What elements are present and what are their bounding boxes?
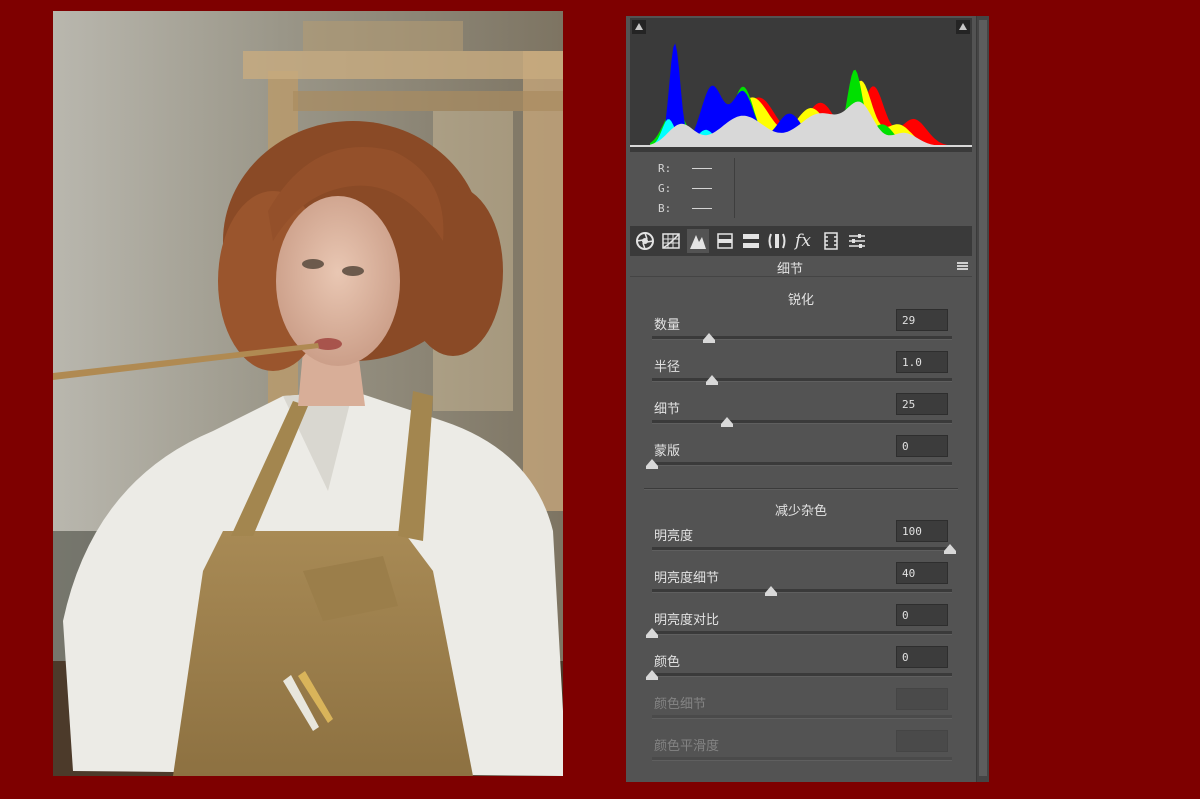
panel-menu-icon[interactable] bbox=[957, 262, 968, 270]
tab-effects[interactable]: fx bbox=[792, 229, 814, 253]
portrait-photo bbox=[53, 11, 563, 776]
slider-track[interactable] bbox=[652, 673, 952, 677]
slider-thumb[interactable] bbox=[720, 417, 733, 427]
panel-title: 细节 bbox=[776, 262, 803, 277]
lens-corrections-icon bbox=[768, 233, 786, 249]
slider-value-field[interactable]: 0 bbox=[896, 435, 948, 457]
rgb-readout: R: G: B: bbox=[630, 154, 972, 224]
camera-calibration-icon bbox=[824, 232, 838, 250]
slider-track[interactable] bbox=[652, 336, 952, 340]
panel-header: 细节 bbox=[630, 256, 972, 277]
slider-label: 明亮度对比 bbox=[654, 613, 720, 628]
histogram-graph bbox=[630, 43, 972, 147]
slider-track[interactable] bbox=[652, 589, 952, 593]
slider-noise_reduction-5: 颜色平滑度 bbox=[626, 730, 976, 777]
tone-curve-icon bbox=[662, 233, 680, 249]
slider-track[interactable] bbox=[652, 462, 952, 466]
blue-label: B: bbox=[658, 202, 672, 215]
tab-split-toning[interactable] bbox=[740, 229, 762, 253]
slider-thumb[interactable] bbox=[646, 628, 658, 638]
sharpening-section-title: 锐化 bbox=[787, 293, 814, 308]
slider-thumb[interactable] bbox=[765, 586, 778, 596]
slider-value-field bbox=[896, 688, 948, 710]
green-label: G: bbox=[658, 182, 672, 195]
slider-value-field[interactable]: 25 bbox=[896, 393, 948, 415]
panel-tabs: fx bbox=[630, 226, 972, 256]
slider-track[interactable] bbox=[652, 547, 952, 551]
slider-thumb[interactable] bbox=[702, 333, 715, 343]
slider-value-field[interactable]: 100 bbox=[896, 520, 948, 542]
slider-noise_reduction-4: 颜色细节 bbox=[626, 688, 976, 735]
slider-label: 细节 bbox=[654, 402, 681, 417]
slider-track[interactable] bbox=[652, 378, 952, 382]
slider-noise_reduction-2[interactable]: 明亮度对比 0 bbox=[626, 604, 976, 651]
slider-label: 数量 bbox=[654, 318, 681, 333]
slider-label: 半径 bbox=[654, 360, 681, 375]
effects-icon: fx bbox=[795, 231, 811, 251]
tab-camera-calibration[interactable] bbox=[820, 229, 842, 253]
slider-track bbox=[652, 715, 952, 719]
slider-label: 蒙版 bbox=[654, 444, 681, 459]
hsl-icon bbox=[717, 233, 733, 249]
section-divider bbox=[644, 488, 958, 490]
slider-value-field[interactable]: 0 bbox=[896, 604, 948, 626]
slider-noise_reduction-1[interactable]: 明亮度细节 40 bbox=[626, 562, 976, 609]
slider-sharpening-2[interactable]: 细节 25 bbox=[626, 393, 976, 440]
tab-detail[interactable] bbox=[687, 229, 709, 253]
presets-icon bbox=[849, 234, 865, 248]
slider-label: 颜色平滑度 bbox=[654, 739, 720, 754]
red-label: R: bbox=[658, 162, 672, 175]
panel-scroll-thumb[interactable] bbox=[979, 20, 987, 776]
split-toning-icon bbox=[743, 234, 759, 248]
slider-thumb[interactable] bbox=[705, 375, 718, 385]
slider-label: 明亮度细节 bbox=[654, 571, 720, 586]
slider-value-field[interactable]: 0 bbox=[896, 646, 948, 668]
slider-track[interactable] bbox=[652, 420, 952, 424]
slider-value-field bbox=[896, 730, 948, 752]
panel-scrollbar[interactable] bbox=[976, 16, 989, 782]
slider-value-field[interactable]: 40 bbox=[896, 562, 948, 584]
slider-label: 颜色 bbox=[654, 655, 681, 670]
slider-sharpening-3[interactable]: 蒙版 0 bbox=[626, 435, 976, 482]
tab-hsl[interactable] bbox=[714, 229, 736, 253]
slider-label: 颜色细节 bbox=[654, 697, 707, 712]
shadow-clipping-warning-toggle[interactable] bbox=[632, 20, 646, 34]
slider-track bbox=[652, 757, 952, 761]
slider-thumb[interactable] bbox=[646, 670, 658, 680]
highlight-clipping-warning-toggle[interactable] bbox=[956, 20, 970, 34]
slider-sharpening-1[interactable]: 半径 1.0 bbox=[626, 351, 976, 398]
slider-thumb[interactable] bbox=[944, 544, 956, 554]
noise-reduction-section-title: 减少杂色 bbox=[774, 504, 827, 519]
slider-noise_reduction-0[interactable]: 明亮度 100 bbox=[626, 520, 976, 567]
slider-value-field[interactable]: 1.0 bbox=[896, 351, 948, 373]
slider-track[interactable] bbox=[652, 631, 952, 635]
histogram bbox=[630, 18, 972, 152]
tab-tone-curve[interactable] bbox=[660, 229, 682, 253]
slider-value-field[interactable]: 29 bbox=[896, 309, 948, 331]
slider-noise_reduction-3[interactable]: 颜色 0 bbox=[626, 646, 976, 693]
slider-sharpening-0[interactable]: 数量 29 bbox=[626, 309, 976, 356]
aperture-icon bbox=[636, 232, 654, 250]
slider-thumb[interactable] bbox=[646, 459, 658, 469]
tab-lens-corrections[interactable] bbox=[766, 229, 788, 253]
detail-icon bbox=[690, 235, 706, 249]
tab-basic[interactable] bbox=[634, 229, 656, 253]
slider-label: 明亮度 bbox=[654, 529, 694, 544]
tab-presets[interactable] bbox=[846, 229, 868, 253]
detail-panel: R: G: B: fx 细节 锐化 数量 29 半径 1.0 细节 25 蒙版 … bbox=[626, 16, 976, 782]
